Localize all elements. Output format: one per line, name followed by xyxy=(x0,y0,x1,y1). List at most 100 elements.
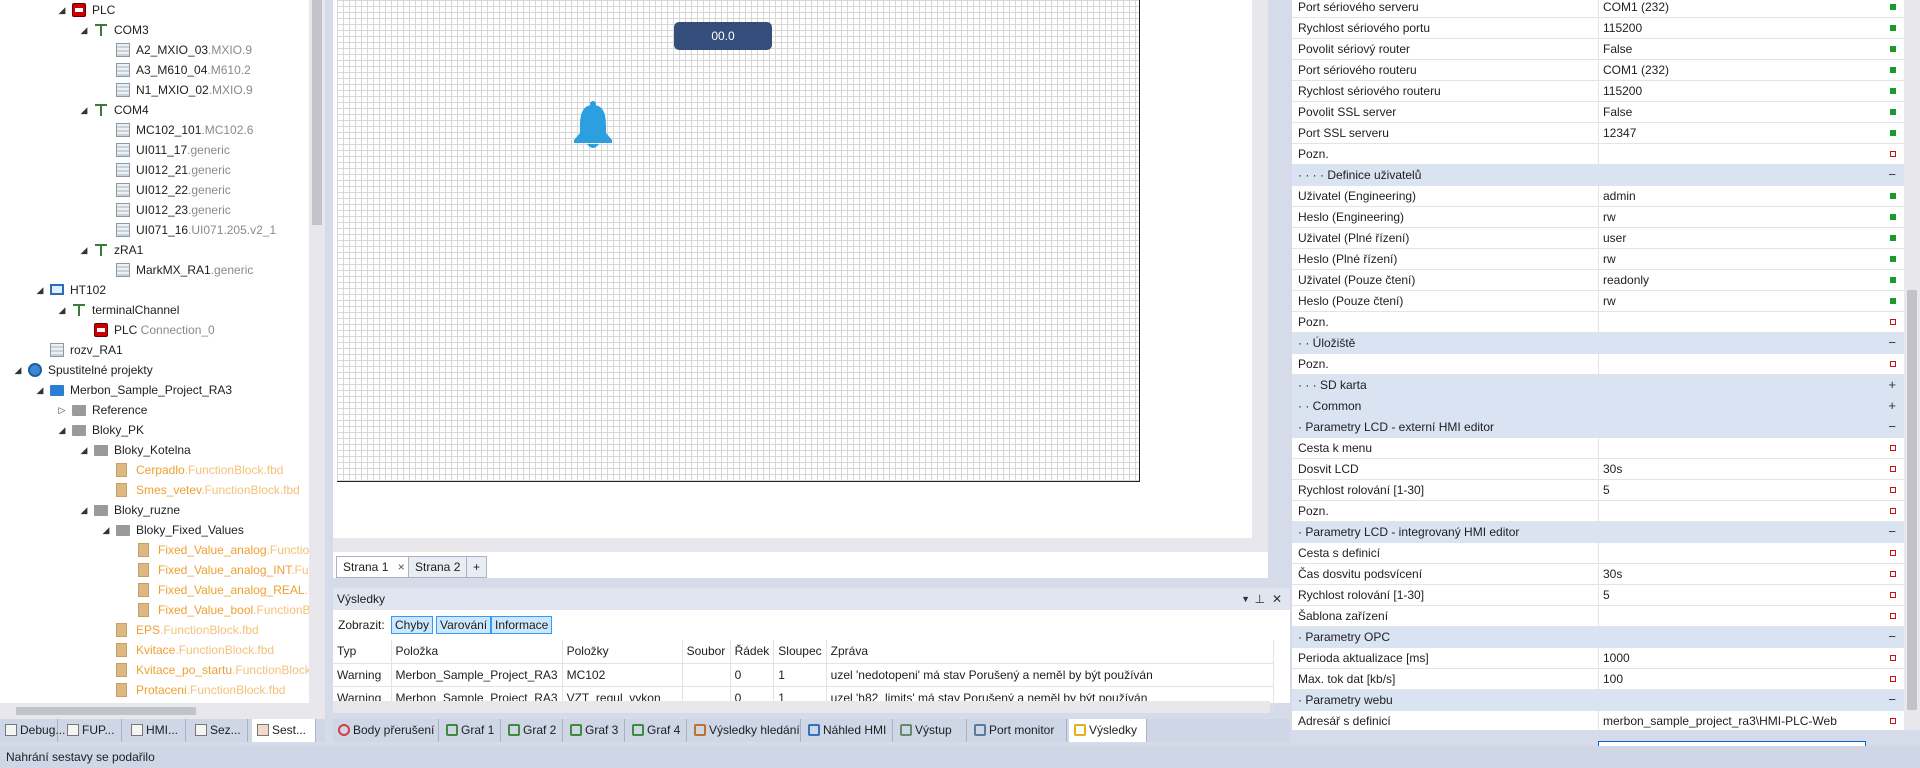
tree-item[interactable]: rozv_RA1 xyxy=(0,340,309,360)
property-category[interactable]: · Parametry LCD - externí HMI editor − xyxy=(1292,417,1906,438)
tree-item[interactable]: UI012_21.generic xyxy=(0,160,309,180)
property-value[interactable] xyxy=(1598,543,1888,563)
close-icon[interactable]: × xyxy=(398,560,405,574)
collapse-icon[interactable]: − xyxy=(1888,522,1896,542)
property-value[interactable] xyxy=(1598,438,1888,458)
bottom-tab[interactable]: Graf 4 xyxy=(627,719,687,742)
property-row[interactable]: Cesta k menu xyxy=(1292,438,1906,459)
property-row[interactable]: Port sériového serveru COM1 (232) xyxy=(1292,0,1906,18)
tree-item[interactable]: EPS.FunctionBlock.fbd xyxy=(0,620,309,640)
tree-item[interactable]: ◢ Bloky_Fixed_Values xyxy=(0,520,309,540)
tree-item[interactable]: Fixed_Value_bool.FunctionB xyxy=(0,600,311,620)
designer-vertical-scrollbar[interactable] xyxy=(1252,0,1268,540)
left-tab[interactable]: Sez... xyxy=(190,719,248,742)
value-display[interactable]: 00.0 xyxy=(674,22,772,50)
property-value[interactable]: 30s xyxy=(1598,564,1888,584)
tree-item[interactable]: PLC Connection_0 xyxy=(0,320,309,340)
property-value[interactable]: 115200 xyxy=(1598,81,1888,101)
properties-grid[interactable]: Port sériového serveru COM1 (232) Rychlost… xyxy=(1292,0,1906,730)
tree-item[interactable]: UI011_17.generic xyxy=(0,140,309,160)
collapse-arrow-icon[interactable]: ◢ xyxy=(56,420,68,440)
left-tab[interactable]: Debug... xyxy=(0,719,65,742)
property-value[interactable]: 100 xyxy=(1598,669,1888,689)
property-value[interactable]: rw xyxy=(1598,291,1888,311)
filter-errors-button[interactable]: Chyby xyxy=(391,616,434,634)
property-row[interactable]: Pozn. xyxy=(1292,354,1906,375)
tree-item[interactable]: ◢ Spustitelné projekty xyxy=(0,360,309,380)
property-value[interactable]: 12347 xyxy=(1598,123,1888,143)
design-canvas[interactable]: 00.0 xyxy=(337,0,1140,482)
dropdown-arrow-icon[interactable]: ▼ xyxy=(1241,588,1250,610)
tab-page-1[interactable]: Strana 1 × xyxy=(336,556,412,578)
designer-horizontal-scrollbar[interactable] xyxy=(333,538,1268,552)
tree-item[interactable]: ◢ PLC xyxy=(0,0,309,20)
property-category[interactable]: · · · SD karta + xyxy=(1292,375,1906,396)
tree-item[interactable]: A2_MXIO_03.MXIO.9 xyxy=(0,40,309,60)
tab-page-2[interactable]: Strana 2 xyxy=(408,556,468,578)
table-row[interactable]: Warning Merbon_Sample_Project_RA3 MC102 0 1 u… xyxy=(333,663,1274,687)
bottom-tab[interactable]: Výsledky hledání xyxy=(689,719,801,742)
add-page-button[interactable]: + xyxy=(466,556,488,578)
property-row[interactable]: Heslo (Pouze čtení) rw xyxy=(1292,291,1906,312)
property-value[interactable]: 5 xyxy=(1598,480,1888,500)
column-header[interactable]: Sloupec xyxy=(773,640,827,664)
results-horizontal-scrollbar[interactable] xyxy=(333,701,1270,713)
properties-vertical-scrollbar[interactable] xyxy=(1904,0,1920,730)
collapse-arrow-icon[interactable]: ◢ xyxy=(56,0,68,20)
column-header[interactable]: Položka xyxy=(391,640,563,664)
property-row[interactable]: Čas dosvitu podsvícení 30s xyxy=(1292,564,1906,585)
property-row[interactable]: Cesta s definicí xyxy=(1292,543,1906,564)
property-value[interactable]: 115200 xyxy=(1598,18,1888,38)
collapse-arrow-icon[interactable]: ◢ xyxy=(78,100,90,120)
bottom-tab[interactable]: Náhled HMI xyxy=(803,719,893,742)
tree-item[interactable]: MarkMX_RA1.generic xyxy=(0,260,309,280)
property-value[interactable] xyxy=(1598,312,1888,332)
tree-item[interactable]: Fixed_Value_analog.Function xyxy=(0,540,316,560)
property-category[interactable]: · · Common + xyxy=(1292,396,1906,417)
tree-item[interactable]: Kvitace_po_startu.FunctionBlock. xyxy=(0,660,314,680)
column-header[interactable]: Zpráva xyxy=(826,640,1274,664)
filter-warnings-button[interactable]: Varování xyxy=(436,616,492,634)
tree-item[interactable]: Protaceni.FunctionBlock.fbd xyxy=(0,680,309,700)
property-row[interactable]: Uživatel (Plné řízení) user xyxy=(1292,228,1906,249)
property-row[interactable]: Heslo (Engineering) rw xyxy=(1292,207,1906,228)
tree-item[interactable]: ◢ COM3 xyxy=(0,20,309,40)
collapse-icon[interactable]: − xyxy=(1888,690,1896,710)
property-row[interactable]: Uživatel (Pouze čtení) readonly xyxy=(1292,270,1906,291)
tree-item[interactable]: ◢ zRA1 xyxy=(0,240,309,260)
tree-item[interactable]: MC102_101.MC102.6 xyxy=(0,120,309,140)
tree-item[interactable]: ◢ Bloky_Kotelna xyxy=(0,440,309,460)
bottom-tab[interactable]: Graf 3 xyxy=(565,719,625,742)
tree-horizontal-scrollbar[interactable] xyxy=(0,703,325,719)
collapse-arrow-icon[interactable]: ◢ xyxy=(34,380,46,400)
property-row[interactable]: Port SSL serveru 12347 xyxy=(1292,123,1906,144)
tree-item[interactable]: ◢ terminalChannel xyxy=(0,300,309,320)
property-value[interactable]: 5 xyxy=(1598,585,1888,605)
property-row[interactable]: Heslo (Plné řízení) rw xyxy=(1292,249,1906,270)
tree-scroll-thumb[interactable] xyxy=(312,0,322,225)
pin-icon[interactable]: ⊥ xyxy=(1255,588,1265,610)
property-row[interactable]: Rychlost rolování [1-30] 5 xyxy=(1292,480,1906,501)
property-value[interactable]: False xyxy=(1598,39,1888,59)
property-value[interactable] xyxy=(1598,606,1888,626)
collapse-arrow-icon[interactable]: ◢ xyxy=(78,500,90,520)
filter-info-button[interactable]: Informace xyxy=(491,616,553,634)
property-row[interactable]: Povolit sériový router False xyxy=(1292,39,1906,60)
property-value[interactable]: rw xyxy=(1598,207,1888,227)
property-value[interactable]: 1000 xyxy=(1598,648,1888,668)
property-value[interactable]: COM1 (232) xyxy=(1598,60,1888,80)
tree-hscroll-thumb[interactable] xyxy=(16,707,196,715)
tree-item[interactable]: A3_M610_04.M610.2 xyxy=(0,60,309,80)
hmi-designer[interactable]: 00.0 Strana 1 × Strana 2 + xyxy=(333,0,1268,578)
property-row[interactable]: Pozn. xyxy=(1292,144,1906,165)
tree-item[interactable]: ◢ Bloky_PK xyxy=(0,420,309,440)
property-value[interactable]: readonly xyxy=(1598,270,1888,290)
property-category[interactable]: · Parametry OPC − xyxy=(1292,627,1906,648)
property-value[interactable] xyxy=(1598,501,1888,521)
left-tab[interactable]: FUP... xyxy=(62,719,122,742)
property-row[interactable]: Max. tok dat [kb/s] 100 xyxy=(1292,669,1906,690)
expand-icon[interactable]: + xyxy=(1888,375,1896,395)
tree-item[interactable]: UI071_16.UI071.205.v2_1 xyxy=(0,220,309,240)
collapse-arrow-icon[interactable]: ◢ xyxy=(78,440,90,460)
bottom-tab[interactable]: Výsledky xyxy=(1069,719,1147,742)
